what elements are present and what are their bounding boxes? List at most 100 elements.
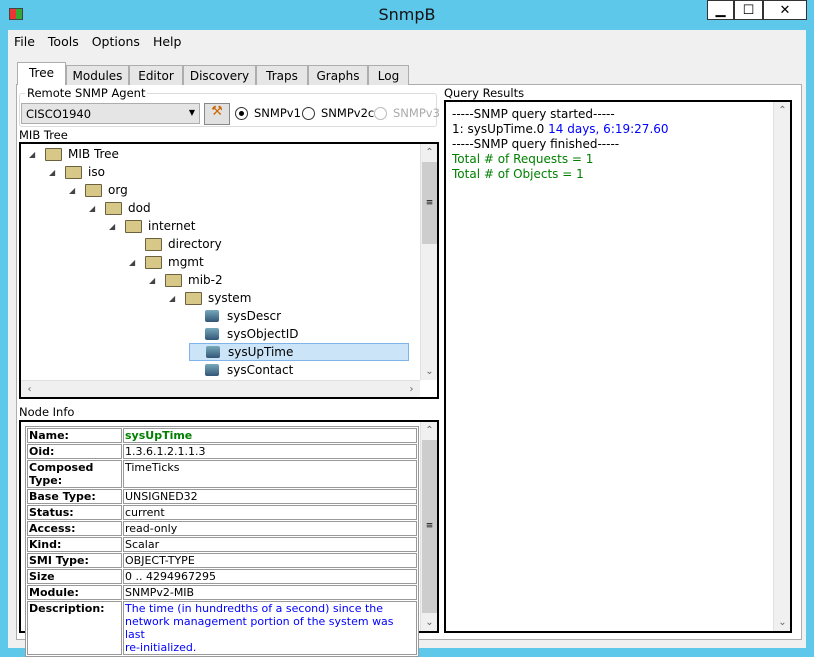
query-vscrollbar[interactable]: ⌃ ⌄ [773, 102, 790, 631]
snmpv2c-radio[interactable]: SNMPv2c [302, 106, 374, 120]
tab-log[interactable]: Log [368, 65, 409, 85]
scroll-down-icon[interactable]: ⌄ [421, 363, 438, 380]
folder-icon [185, 292, 202, 305]
menu-bar: File Tools Options Help [8, 30, 188, 52]
node-info-key: Status: [27, 505, 122, 520]
close-button[interactable]: ✕ [763, 0, 807, 20]
node-info-row: Module:SNMPv2-MIB [27, 585, 417, 600]
query-line: -----SNMP query finished----- [452, 137, 790, 152]
query-line: 1: sysUpTime.0 14 days, 6:19:27.60 [452, 122, 790, 137]
node-info-vscrollbar[interactable]: ⌃ ≡ ⌄ [420, 422, 437, 631]
tree-hscrollbar[interactable]: ‹ › [21, 380, 420, 397]
node-info-value: OBJECT-TYPE [123, 553, 417, 568]
folder-icon [85, 184, 102, 197]
node-info-table: Name:sysUpTimeOid:1.3.6.1.2.1.1.3Compose… [25, 426, 419, 657]
folder-icon [125, 220, 142, 233]
title-bar: SnmpB ▁ ☐ ✕ [0, 0, 814, 30]
scroll-up-icon[interactable]: ⌃ [774, 102, 791, 119]
tab-graphs[interactable]: Graphs [308, 65, 368, 85]
node-info-row: Base Type:UNSIGNED32 [27, 489, 417, 504]
tree-node[interactable]: directory [129, 235, 222, 253]
minimize-button[interactable]: ▁ [707, 0, 734, 20]
tab-modules[interactable]: Modules [66, 65, 129, 85]
node-info-row: Size0 .. 4294967295 [27, 569, 417, 584]
mib-tree[interactable]: ◢MIB Tree◢iso◢org◢dod◢internetdirectory◢… [19, 142, 439, 399]
node-info-key: Description: [27, 601, 122, 655]
tree-node[interactable]: ◢ mgmt [129, 253, 204, 271]
menu-help[interactable]: Help [147, 30, 189, 52]
menu-tools[interactable]: Tools [42, 30, 86, 52]
mib-tree-label: MIB Tree [19, 128, 68, 142]
node-info-key: SMI Type: [27, 553, 122, 568]
query-line: -----SNMP query started----- [452, 107, 790, 122]
menu-file[interactable]: File [8, 30, 42, 52]
tree-node-label: org [108, 183, 128, 197]
tree-node[interactable]: sysContact [189, 361, 293, 379]
agent-select[interactable]: CISCO1940 ▼ [21, 103, 200, 124]
tree-node-label: mib-2 [188, 273, 223, 287]
agent-settings-button[interactable]: ⚒ [204, 103, 230, 125]
tree-node-label: internet [148, 219, 195, 233]
expand-arrow-icon[interactable]: ◢ [89, 204, 99, 213]
tab-discovery[interactable]: Discovery [183, 65, 256, 85]
scroll-right-icon[interactable]: › [403, 381, 420, 398]
tree-node[interactable]: ◢ org [69, 181, 128, 199]
tree-node[interactable]: ◢iso [49, 163, 105, 181]
tools-icon: ⚒ [211, 104, 223, 119]
tree-node[interactable]: ◢ mib-2 [149, 271, 223, 289]
query-results[interactable]: -----SNMP query started----- 1: sysUpTim… [444, 100, 792, 633]
tree-node[interactable]: sysDescr [189, 307, 281, 325]
tab-editor[interactable]: Editor [129, 65, 183, 85]
node-info-key: Size [27, 569, 122, 584]
expand-arrow-icon[interactable]: ◢ [69, 186, 79, 195]
tab-traps[interactable]: Traps [256, 65, 308, 85]
radio-icon [235, 107, 248, 120]
scroll-left-icon[interactable]: ‹ [21, 381, 38, 398]
expand-arrow-icon[interactable]: ◢ [129, 258, 139, 267]
node-info-value: read-only [123, 521, 417, 536]
tree-node[interactable]: ◢ internet [109, 217, 195, 235]
folder-icon [65, 166, 82, 179]
query-results-label: Query Results [444, 86, 524, 100]
scroll-thumb[interactable]: ≡ [422, 440, 437, 613]
snmpv1-radio[interactable]: SNMPv1 [235, 106, 301, 120]
leaf-node-icon [205, 310, 219, 322]
node-info-value: UNSIGNED32 [123, 489, 417, 504]
agent-select-value: CISCO1940 [26, 107, 91, 121]
remote-agent-label: Remote SNMP Agent [25, 86, 147, 100]
node-info-key: Base Type: [27, 489, 122, 504]
scroll-down-icon[interactable]: ⌄ [774, 614, 791, 631]
tree-node[interactable]: ◢system [169, 289, 251, 307]
tree-node[interactable]: sysObjectID [189, 325, 298, 343]
expand-arrow-icon[interactable]: ◢ [169, 294, 179, 303]
expand-arrow-icon[interactable]: ◢ [149, 276, 159, 285]
maximize-button[interactable]: ☐ [734, 0, 763, 20]
radio-icon [302, 107, 315, 120]
menu-options[interactable]: Options [86, 30, 147, 52]
expand-arrow-icon[interactable]: ◢ [49, 168, 59, 177]
radio-icon [374, 107, 387, 120]
expand-arrow-icon[interactable]: ◢ [29, 150, 39, 159]
leaf-node-icon [205, 328, 219, 340]
tree-node[interactable]: ◢ dod [89, 199, 151, 217]
tree-node-label: dod [128, 201, 151, 215]
expand-arrow-icon[interactable]: ◢ [109, 222, 119, 231]
folder-icon [165, 274, 182, 287]
leaf-node-icon [206, 346, 220, 358]
node-info-key: Name: [27, 428, 122, 443]
leaf-node-icon [205, 364, 219, 376]
node-info-row: Oid:1.3.6.1.2.1.1.3 [27, 444, 417, 459]
tree-node-label: mgmt [168, 255, 204, 269]
tree-node[interactable]: ◢MIB Tree [29, 145, 119, 163]
tree-node[interactable]: sysUpTime [189, 343, 409, 361]
scroll-down-icon[interactable]: ⌄ [421, 614, 438, 631]
tree-vscrollbar[interactable]: ⌃ ≡ ⌄ [420, 144, 437, 380]
node-info-key: Module: [27, 585, 122, 600]
scroll-up-icon[interactable]: ⌃ [421, 144, 438, 161]
node-info-key: Composed Type: [27, 460, 122, 488]
tab-tree[interactable]: Tree [17, 62, 66, 85]
scroll-up-icon[interactable]: ⌃ [421, 422, 438, 439]
node-info-row: Composed Type:TimeTicks [27, 460, 417, 488]
snmpv3-radio[interactable]: SNMPv3 [374, 106, 440, 120]
scroll-thumb[interactable]: ≡ [422, 162, 437, 244]
